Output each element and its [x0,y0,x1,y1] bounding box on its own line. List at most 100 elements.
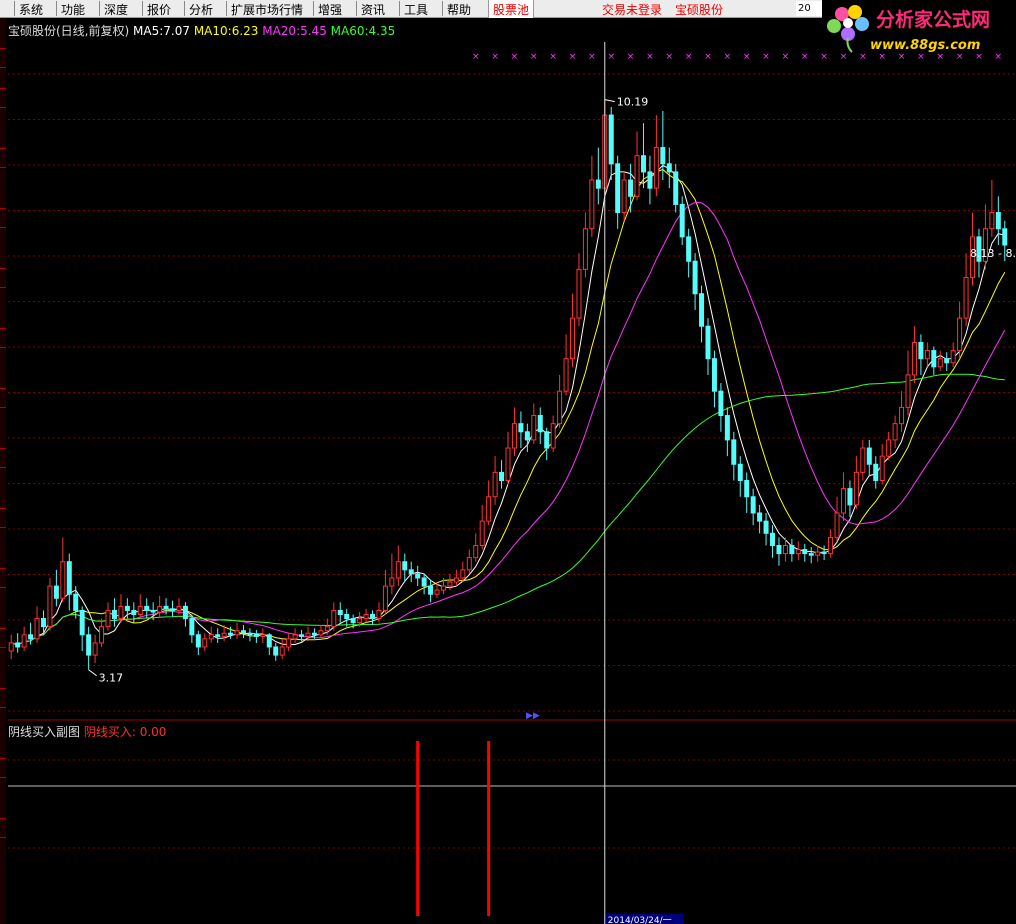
menu-separator [442,1,443,16]
candle-up [221,632,227,637]
candle-down [744,480,750,498]
signal-marker: × [936,52,944,62]
candle-down [524,431,530,441]
candle-up [860,447,866,473]
candle-up [137,605,143,615]
candle-up [60,561,66,599]
ma5-label: MA5:7.07 [133,24,190,38]
candle-up [957,317,963,352]
candle-down [273,646,279,656]
candle-up [324,626,330,632]
signal-marker: × [878,52,886,62]
kline-chart[interactable]: × × × × × × × × × × × × × × × × × × × × × × × × × × × × 10.19 3.17 8.1… [0,0,1016,924]
candle-down [866,447,872,465]
menu-separator [184,1,185,16]
candle-down [253,634,259,637]
signal-marker: × [956,52,964,62]
candle-down [408,569,414,575]
candle-up [576,268,582,319]
candle-up [924,350,930,360]
candle-up [202,638,208,648]
candle-up [105,609,111,628]
candle-down [660,147,666,165]
menu-item[interactable]: 分析 [189,1,213,18]
candle-down [124,605,130,611]
candle-up [460,569,466,579]
candle-up [8,642,14,652]
signal-marker: × [995,52,1003,62]
candle-up [892,423,898,441]
candle-up [318,630,324,636]
candle-up [905,374,911,408]
menu-item[interactable]: 工具 [404,1,428,18]
menu-item[interactable]: 深度 [104,1,128,18]
candle-down [131,609,137,615]
candle-down [789,544,795,555]
candle-down [673,171,679,205]
menu-item[interactable]: 扩展市场行情 [231,1,303,18]
low-price-label: 3.17 [99,672,124,685]
candle-up [911,341,917,376]
candle-down [757,512,763,522]
menu-item[interactable]: 帮助 [447,1,471,18]
arrow-marker-icon: ▶▶ [526,711,540,721]
candle-down [918,341,924,360]
candle-up [395,561,401,579]
candle-down [247,632,253,636]
candle-down [1002,228,1008,246]
menu-item[interactable]: 资讯 [361,1,385,18]
candle-down [215,634,221,637]
candle-down [350,618,356,624]
candle-down [802,549,808,555]
candle-up [331,609,337,628]
candle-down [737,463,743,482]
stock-label: 宝硕股份(日线,前复权) [8,24,130,38]
menu-separator [399,1,400,16]
sub-chart-title: 阴线买入副图 [8,725,81,739]
menu-item[interactable]: 系统 [19,1,43,18]
candle-up [305,632,311,637]
candle-down [770,532,776,546]
candle-down [40,618,46,628]
candle-up [47,585,53,628]
right-price-label: 8.13 - 8. [970,247,1016,260]
ma10-label: MA10:6.23 [193,24,259,38]
candle-up [447,581,453,587]
signal-marker: × [898,52,906,62]
candle-down [718,390,724,417]
candle-up [434,589,440,595]
candle-down [28,634,34,640]
ma10-line [11,168,1006,646]
menu-item[interactable]: 增强 [318,1,342,18]
candle-up [389,577,395,587]
candle-down [111,609,117,620]
candle-up [505,447,511,482]
menu-item[interactable]: 功能 [61,1,85,18]
signal-marker: × [511,52,519,62]
candle-down [15,642,21,648]
candle-down [711,358,717,392]
candle-up [382,585,388,611]
menu-separator [356,1,357,16]
candle-down [808,553,814,556]
candle-down [150,609,156,613]
signal-marker: × [569,52,577,62]
menu-item[interactable]: 报价 [147,1,171,18]
candle-up [989,212,995,230]
high-price-label: 10.19 [617,96,649,109]
candle-up [176,605,182,611]
ma5-line [11,164,1005,646]
ma20-line [11,201,1006,646]
candle-up [834,512,840,538]
candle-up [589,179,595,230]
candle-up [782,544,788,555]
candle-up [486,496,492,522]
candle-down [544,431,550,449]
candle-down [337,609,343,615]
signal-marker: × [627,52,635,62]
signal-marker: × [975,52,983,62]
menu-separator [99,1,100,16]
candle-down [666,163,672,173]
high-pointer [604,99,615,103]
menu-separator [14,1,15,16]
